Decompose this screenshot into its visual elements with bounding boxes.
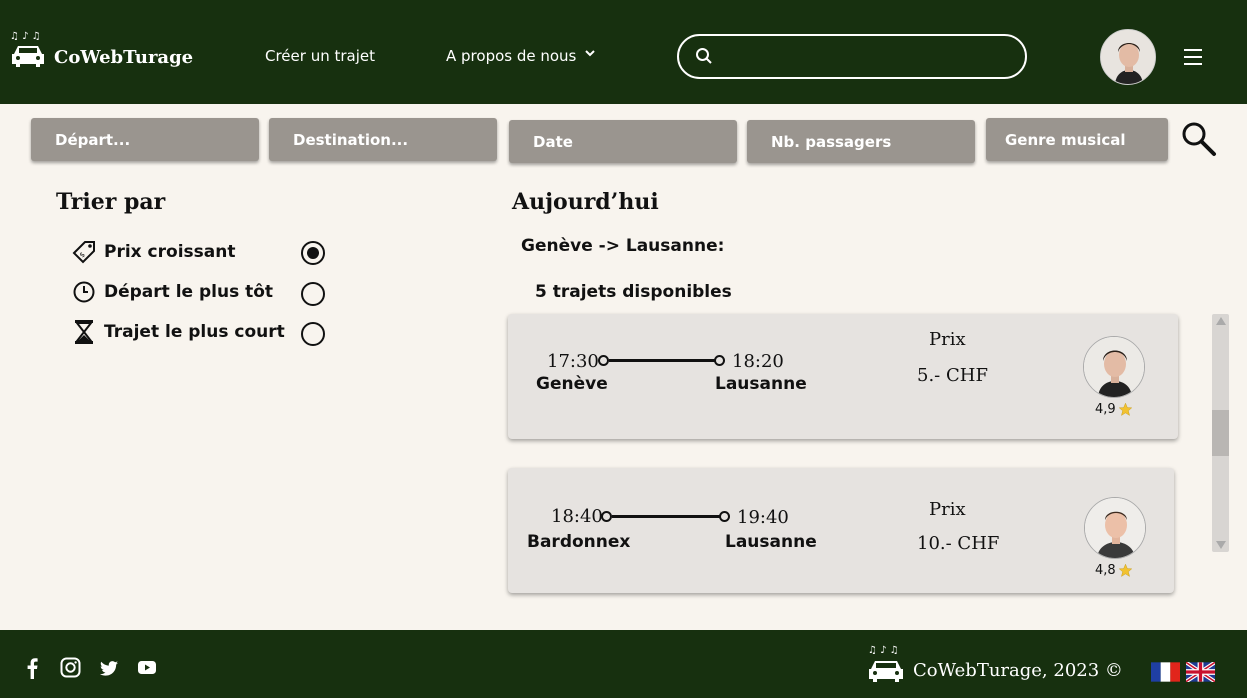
brand-logo[interactable]: ♫ ♪ ♫ CoWebTurage (10, 30, 193, 70)
trip-card[interactable]: 17:30 18:20 Genève Lausanne Prix 5.- CHF… (508, 314, 1178, 439)
price-label: Prix (929, 499, 966, 520)
sort-option-label: Départ le plus tôt (104, 282, 274, 302)
filter-destination[interactable]: Destination... (269, 118, 497, 161)
price-tag-icon: $ (70, 238, 98, 266)
hamburger-menu-icon[interactable] (1184, 49, 1202, 65)
price-label: Prix (929, 329, 966, 350)
star-icon (1118, 563, 1133, 577)
scroll-thumb[interactable] (1212, 410, 1229, 456)
arrival-dot (714, 355, 725, 366)
departure-time: 17:30 (547, 351, 599, 372)
scroll-down-arrow-icon[interactable] (1216, 541, 1226, 549)
arrival-city: Lausanne (715, 374, 807, 394)
arrival-dot (719, 511, 730, 522)
header: ♫ ♪ ♫ CoWebTurage Créer un trajet A prop… (0, 0, 1247, 104)
search-icon (696, 48, 712, 64)
nav-about[interactable]: A propos de nous (446, 47, 576, 65)
driver-rating: 4,9 (1095, 402, 1133, 417)
sort-option-price[interactable]: $ Prix croissant (70, 237, 235, 267)
radio-shortest[interactable] (301, 322, 325, 346)
sort-option-shortest[interactable]: Trajet le plus court (70, 317, 285, 347)
nav-create-trip[interactable]: Créer un trajet (265, 47, 375, 65)
footer: ♫ ♪ ♫ CoWebTurage, 2023 © (0, 630, 1247, 698)
route-line (609, 359, 715, 362)
departure-dot (598, 355, 609, 366)
sort-title: Trier par (56, 189, 166, 215)
filter-passengers[interactable]: Nb. passagers (747, 120, 975, 163)
driver-portrait (1085, 498, 1145, 558)
car-music-icon: ♫ ♪ ♫ (868, 645, 903, 682)
departure-city: Bardonnex (527, 532, 631, 552)
avatar-portrait (1101, 30, 1155, 84)
car-music-icon: ♫ ♪ ♫ (10, 31, 44, 67)
sort-option-label: Prix croissant (104, 242, 236, 262)
sort-option-earliest[interactable]: Départ le plus tôt (70, 277, 273, 307)
twitter-icon[interactable] (100, 661, 118, 676)
departure-time: 18:40 (551, 506, 603, 527)
flag-fr-icon[interactable] (1151, 662, 1180, 682)
rating-value: 4,9 (1095, 402, 1116, 417)
brand-name: CoWebTurage (54, 47, 194, 68)
star-icon (1118, 402, 1133, 416)
search-input[interactable] (677, 34, 1027, 79)
hourglass-icon (70, 318, 98, 346)
departure-dot (601, 511, 612, 522)
user-avatar[interactable] (1100, 29, 1156, 85)
route-label: Genève -> Lausanne: (521, 236, 725, 256)
price-value: 5.- CHF (917, 365, 988, 386)
driver-avatar[interactable] (1083, 336, 1145, 398)
flag-en-icon[interactable] (1186, 662, 1215, 682)
sort-option-label: Trajet le plus court (104, 322, 285, 342)
departure-city: Genève (536, 374, 608, 394)
arrival-time: 19:40 (737, 507, 789, 528)
radio-earliest[interactable] (301, 282, 325, 306)
results-count: 5 trajets disponibles (535, 282, 732, 302)
clock-icon (70, 278, 98, 306)
copyright-text: CoWebTurage, 2023 © (913, 660, 1123, 681)
results-scrollbar[interactable] (1212, 314, 1229, 552)
rating-value: 4,8 (1095, 563, 1116, 578)
price-value: 10.- CHF (917, 533, 1000, 554)
arrival-city: Lausanne (725, 532, 817, 552)
arrival-time: 18:20 (732, 351, 784, 372)
radio-price[interactable] (301, 241, 325, 265)
driver-rating: 4,8 (1095, 563, 1133, 578)
results-title: Aujourd’hui (512, 189, 659, 215)
filter-date[interactable]: Date (509, 120, 737, 163)
filter-depart[interactable]: Départ... (31, 118, 259, 161)
svg-text:♫ ♪ ♫: ♫ ♪ ♫ (868, 645, 899, 656)
facebook-icon[interactable] (26, 657, 38, 679)
driver-avatar[interactable] (1084, 497, 1146, 559)
chevron-down-icon[interactable] (583, 46, 597, 60)
instagram-icon[interactable] (60, 657, 81, 678)
driver-portrait (1084, 337, 1144, 397)
filter-music-genre[interactable]: Genre musical (986, 118, 1168, 161)
search-icon[interactable] (1181, 121, 1217, 157)
route-line (612, 515, 720, 518)
scroll-up-arrow-icon[interactable] (1216, 317, 1226, 325)
youtube-icon[interactable] (138, 661, 156, 674)
trip-card[interactable]: 18:40 19:40 Bardonnex Lausanne Prix 10.-… (508, 468, 1174, 593)
svg-text:♫ ♪ ♫: ♫ ♪ ♫ (10, 31, 41, 42)
